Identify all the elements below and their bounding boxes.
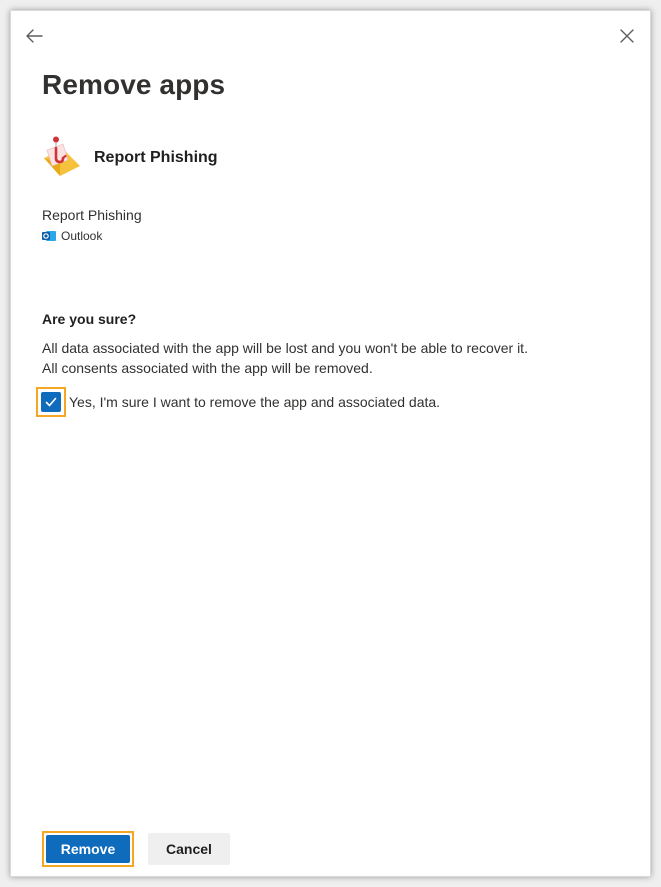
- back-button[interactable]: [23, 25, 45, 47]
- app-header: Report Phishing: [42, 136, 218, 180]
- remove-button-highlight: Remove: [42, 831, 134, 867]
- checkbox-box: [41, 392, 61, 412]
- close-icon: [620, 29, 634, 43]
- confirm-checkbox[interactable]: [36, 387, 66, 417]
- app-detail-name: Report Phishing: [42, 207, 142, 223]
- checkmark-icon: [45, 397, 57, 407]
- close-button[interactable]: [618, 27, 636, 45]
- page-title: Remove apps: [42, 69, 226, 100]
- outlook-icon: [42, 231, 56, 241]
- report-phishing-logo-icon: [44, 136, 80, 176]
- app-host: Outlook: [42, 229, 102, 243]
- confirmation-heading: Are you sure?: [42, 311, 137, 327]
- cancel-button[interactable]: Cancel: [148, 833, 230, 865]
- remove-button[interactable]: Remove: [46, 835, 130, 863]
- arrow-left-icon: [26, 29, 43, 43]
- confirmation-line-1: All data associated with the app will be…: [42, 340, 528, 356]
- confirmation-line-2: All consents associated with the app wil…: [42, 360, 373, 376]
- confirm-checkbox-label[interactable]: Yes, I'm sure I want to remove the app a…: [69, 394, 440, 410]
- confirmation-message: All data associated with the app will be…: [42, 338, 528, 378]
- app-host-label: Outlook: [61, 229, 103, 243]
- app-name: Report Phishing: [94, 149, 218, 166]
- remove-apps-panel: Remove apps Report Phishing Report Phish…: [10, 10, 651, 877]
- confirm-checkbox-row: Yes, I'm sure I want to remove the app a…: [36, 387, 440, 417]
